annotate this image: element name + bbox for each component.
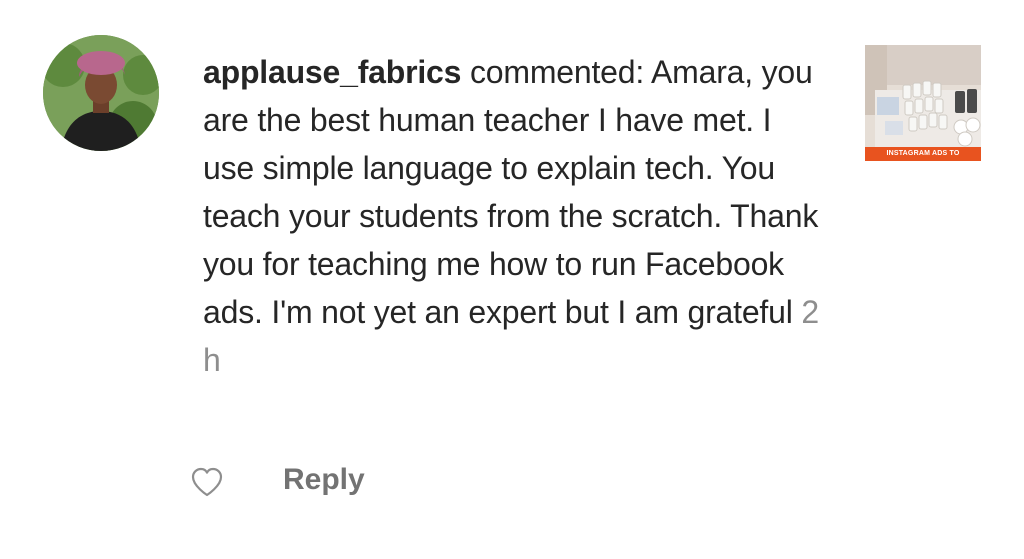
comment-notification[interactable]: applause_fabrics commented: Amara, you a… (0, 0, 1024, 559)
avatar[interactable] (43, 35, 159, 151)
reply-button[interactable]: Reply (283, 459, 365, 501)
comment-text: Amara, you are the best human teacher I … (203, 54, 819, 330)
comment-text-block: applause_fabrics commented: Amara, you a… (203, 48, 823, 384)
post-thumbnail[interactable]: INSTAGRAM ADS TO (865, 45, 981, 161)
thumbnail-banner: INSTAGRAM ADS TO (865, 147, 981, 161)
heart-icon[interactable] (188, 463, 226, 501)
comment-action: commented: (469, 54, 645, 90)
username-link[interactable]: applause_fabrics (203, 54, 461, 90)
